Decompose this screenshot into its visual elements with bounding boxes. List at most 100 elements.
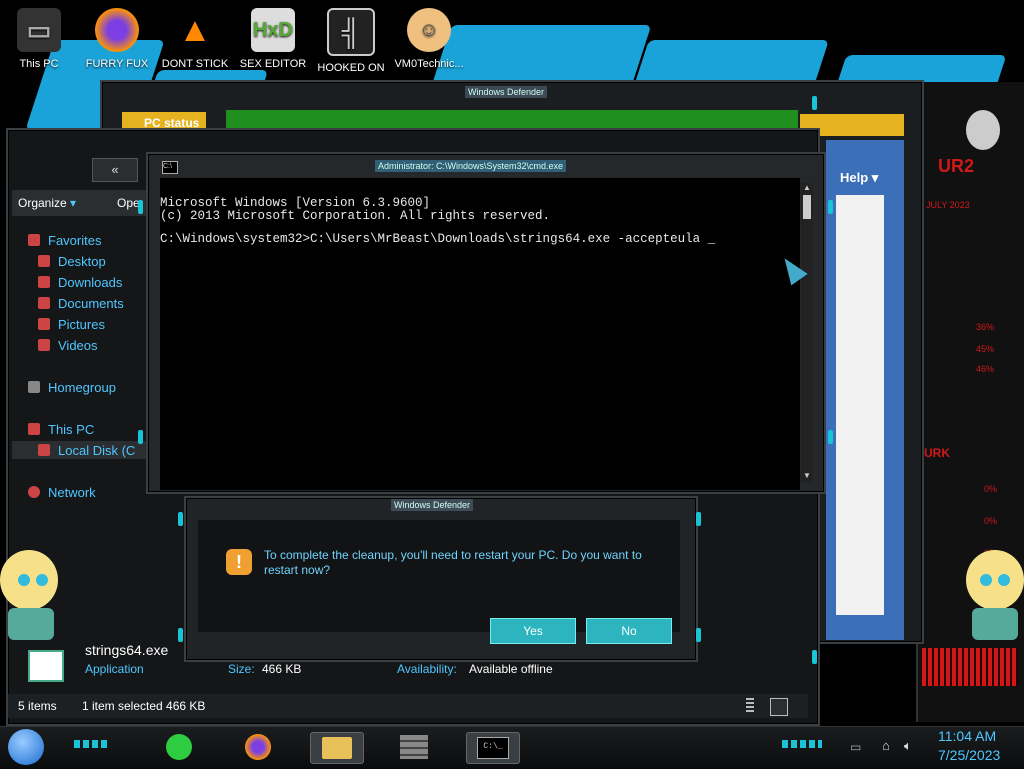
details-availability-value: Available offline	[469, 662, 553, 676]
application-icon	[28, 650, 64, 682]
doctor-icon: ☺	[407, 8, 451, 52]
open-button[interactable]: Ope	[117, 196, 140, 210]
nav-homegroup[interactable]: Homegroup	[28, 380, 116, 395]
scroll-down-icon[interactable]: ▼	[801, 471, 813, 483]
defender-help-menu[interactable]: Help ▾	[840, 170, 878, 186]
notes-icon	[166, 734, 192, 760]
cmd-line: C:\Windows\system32>C:\Users\MrBeast\Dow…	[160, 232, 716, 246]
frame-accent	[138, 430, 143, 444]
character-right	[964, 540, 1024, 640]
start-button[interactable]	[8, 729, 44, 765]
taskbar-accent	[782, 740, 822, 748]
details-availability-label: Availability:	[397, 662, 457, 676]
frame-accent	[812, 96, 817, 110]
no-button[interactable]: No	[586, 618, 672, 644]
desktop-icon-label: VM0Technic...	[394, 58, 464, 70]
details-size-label: Size:	[228, 662, 255, 676]
nav-documents[interactable]: Documents	[38, 296, 124, 311]
details-size-value: 466 KB	[262, 662, 302, 676]
status-selected: 1 item selected 466 KB	[82, 699, 206, 713]
clock-time[interactable]: 11:04 AM	[938, 728, 996, 744]
cmd-icon: C:\	[162, 161, 178, 174]
taskbar-notes[interactable]	[153, 732, 205, 762]
hxd-icon: HxD	[251, 8, 295, 52]
desktop-icon-vm0[interactable]: ☺ VM0Technic...	[390, 8, 468, 70]
firefox-icon	[95, 8, 139, 52]
desktop-icon-label: FURRY FUX	[85, 58, 149, 70]
frame-accent	[696, 512, 701, 526]
desktop-icon-firefox[interactable]: FURRY FUX	[78, 8, 156, 70]
desktop-icon-label: This PC	[19, 58, 59, 70]
gadget-label: 0%	[984, 516, 998, 526]
gadget-label: 46%	[976, 364, 995, 374]
desktop-icon-label: DONT STICK THIS IN YO	[161, 58, 229, 70]
frame-accent	[828, 430, 833, 444]
alien-icon	[966, 110, 1000, 150]
frame-accent	[696, 628, 701, 642]
scroll-thumb[interactable]	[803, 195, 811, 219]
frame-accent	[828, 200, 833, 214]
pictures-icon	[38, 318, 50, 330]
details-file-type: Application	[85, 662, 144, 676]
nav-desktop[interactable]: Desktop	[38, 254, 106, 269]
frame-accent	[812, 650, 817, 664]
organize-button[interactable]: Organize ▾	[18, 196, 76, 210]
desktop-icon-vlc[interactable]: ▲ DONT STICK THIS IN YO	[156, 8, 234, 71]
desktop-icon-hooked[interactable]: ╣ HOOKED ON	[312, 8, 390, 74]
pc-icon	[28, 423, 40, 435]
cmd-scrollbar[interactable]: ▲ ▼	[801, 183, 813, 483]
cmd-line: (c) 2013 Microsoft Corporation. All righ…	[160, 209, 551, 223]
taskbar-firefox[interactable]	[232, 732, 284, 762]
desktop-icon-this-pc[interactable]: ▭ This PC	[0, 8, 78, 70]
nav-local-disk[interactable]: Local Disk (C	[38, 443, 135, 458]
gadget-label: 36%	[976, 322, 995, 332]
disk-icon	[38, 444, 50, 456]
warning-icon: !	[226, 549, 252, 575]
defender-title: Windows Defender	[465, 86, 548, 98]
gadget-label: URK	[924, 446, 950, 460]
volume-icon[interactable]: 🔈︎	[904, 738, 912, 754]
cmd-icon: C:\_	[477, 737, 509, 759]
character-left	[0, 540, 62, 640]
nav-this-pc[interactable]: This PC	[28, 422, 94, 437]
videos-icon	[38, 339, 50, 351]
scroll-up-icon[interactable]: ▲	[801, 183, 813, 195]
network-icon	[28, 486, 40, 498]
cmd-title: Administrator: C:\Windows\System32\cmd.e…	[375, 160, 567, 172]
desktop-icon-hxd[interactable]: HxD SEX EDITOR	[234, 8, 312, 70]
nav-favorites[interactable]: Favorites	[28, 233, 101, 248]
taskbar-defender[interactable]	[388, 732, 440, 762]
nav-pictures[interactable]: Pictures	[38, 317, 105, 332]
clock-date[interactable]: 7/25/2023	[938, 747, 1000, 763]
desktop-icon	[38, 255, 50, 267]
tray-overflow-icon[interactable]: ▭	[850, 740, 861, 754]
defender-content-white	[836, 195, 884, 615]
network-tray-icon[interactable]: ⌂	[882, 738, 890, 753]
frame-accent	[138, 200, 143, 214]
gadget-label: UR2	[938, 156, 975, 176]
firewall-icon	[400, 735, 428, 759]
documents-icon	[38, 297, 50, 309]
gadget-label: 45%	[976, 344, 995, 354]
status-item-count: 5 items	[18, 699, 57, 713]
details-file-name: strings64.exe	[85, 642, 169, 658]
details-view-icon[interactable]	[746, 698, 754, 714]
folder-icon	[322, 737, 352, 759]
gadget-label: JULY 2023	[926, 200, 970, 210]
maze-icon: ╣	[327, 8, 375, 56]
nav-videos[interactable]: Videos	[38, 338, 98, 353]
nav-downloads[interactable]: Downloads	[38, 275, 122, 290]
desktop-icon-label: HOOKED ON	[317, 62, 385, 74]
back-button[interactable]: «	[92, 158, 138, 182]
taskbar-cmd[interactable]: C:\_	[466, 732, 520, 764]
frame-accent	[178, 512, 183, 526]
taskbar-accent	[74, 740, 110, 748]
gadget-bars	[922, 648, 1018, 686]
yes-button[interactable]: Yes	[490, 618, 576, 644]
vlc-icon: ▲	[178, 10, 212, 49]
taskbar-explorer[interactable]	[310, 732, 364, 764]
pc-icon: ▭	[17, 8, 61, 52]
large-icons-view-icon[interactable]	[770, 698, 788, 716]
cmd-console[interactable]: Microsoft Windows [Version 6.3.9600] (c) …	[160, 178, 800, 490]
nav-network[interactable]: Network	[28, 485, 96, 500]
